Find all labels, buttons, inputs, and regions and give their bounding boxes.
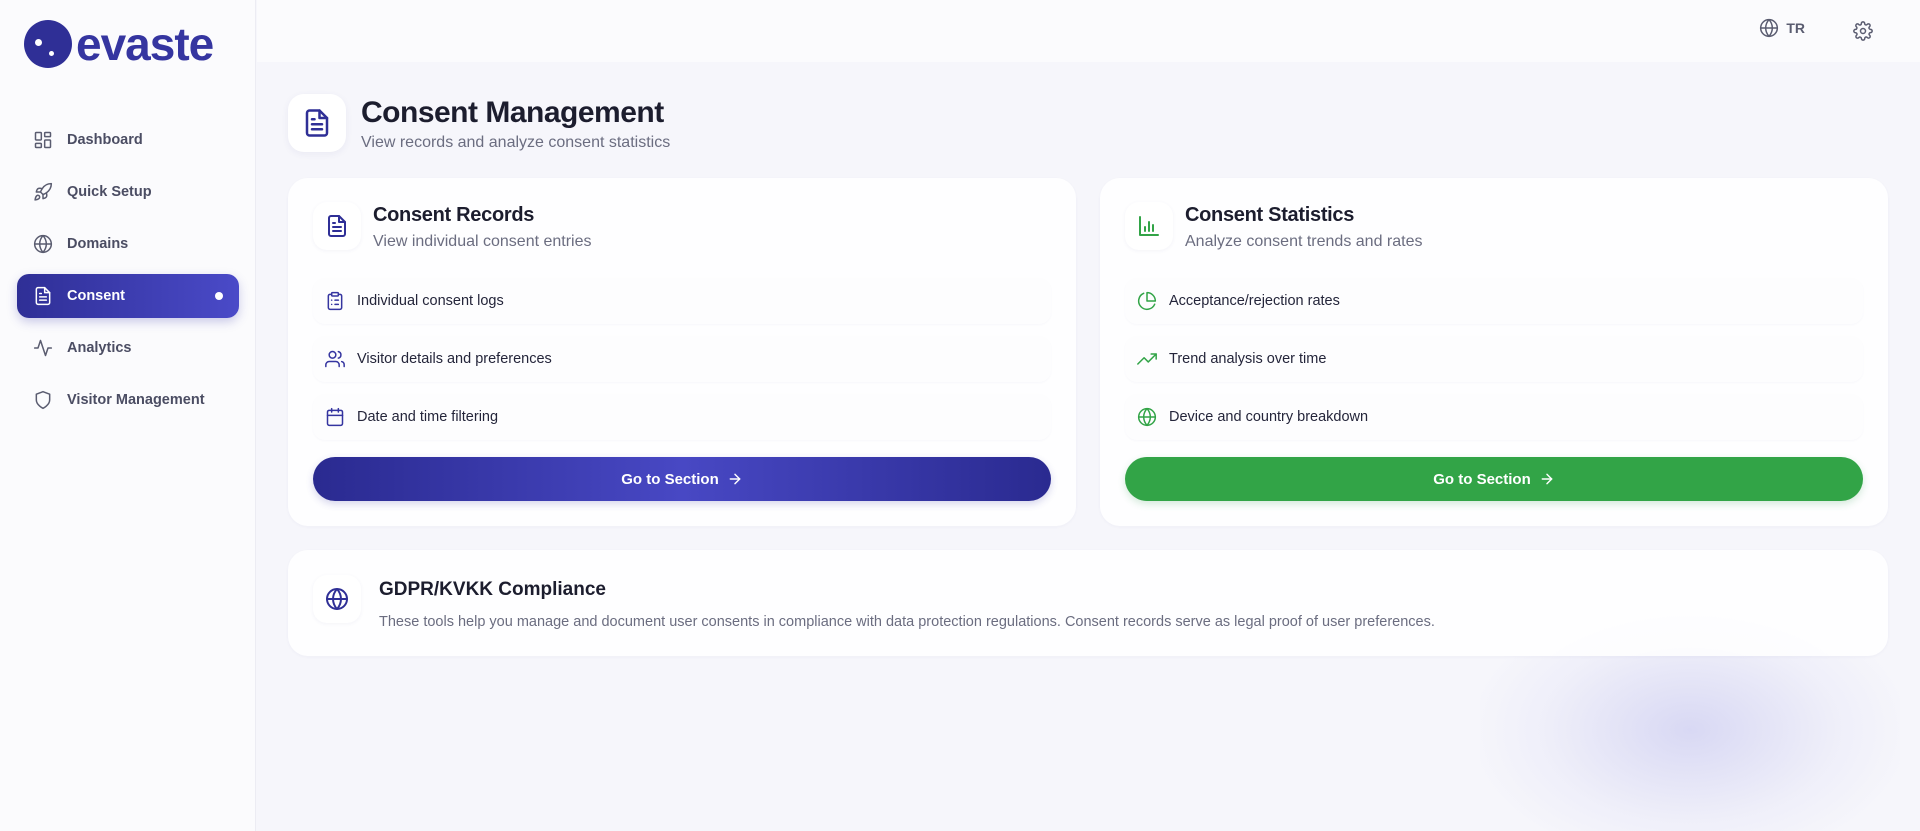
button-label: Go to Section [1433,470,1531,488]
sidebar-item-label: Consent [67,288,125,304]
feature-label: Date and time filtering [357,409,499,425]
feature-label: Visitor details and preferences [357,351,552,367]
sidebar-item-label: Visitor Management [67,392,205,408]
logo-mark [24,20,72,68]
arrow-right-icon [1541,473,1553,485]
feature-item: Trend analysis over time [1125,336,1863,382]
globe-icon [1760,18,1779,38]
sidebar-item-quick-setup[interactable]: Quick Setup [17,170,239,214]
feature-item: Individual consent logs [313,278,1051,324]
card-subtitle: Analyze consent trends and rates [1185,233,1423,250]
feature-item: Visitor details and preferences [313,336,1051,382]
card-subtitle: View individual consent entries [373,233,592,250]
shield-icon [35,390,51,410]
feature-label: Acceptance/rejection rates [1169,293,1340,309]
gdpr-compliance-card: GDPR/KVKK Compliance These tools help yo… [288,550,1888,656]
settings-button[interactable] [1846,14,1880,48]
card-icon [1125,202,1173,250]
clipboard-icon [327,291,343,311]
arrow-right-icon [729,473,741,485]
sidebar-item-label: Quick Setup [67,184,152,200]
page-title: Consent Management [361,95,664,129]
logo-text: evaste [76,18,214,70]
sidebar-nav: Dashboard Quick Setup Domains Consent An… [17,118,239,430]
bar-chart-icon [1139,216,1159,236]
sidebar-item-visitor-management[interactable]: Visitor Management [17,378,239,422]
button-label: Go to Section [621,470,719,488]
card-title: Consent Records [373,204,535,226]
globe-icon [1137,407,1157,427]
page-subtitle: View records and analyze consent statist… [361,133,671,151]
dashboard-icon [34,131,52,149]
active-indicator-dot [215,292,223,300]
sidebar-item-dashboard[interactable]: Dashboard [17,118,239,162]
go-to-consent-records-button[interactable]: Go to Section [313,457,1051,501]
document-icon [35,286,51,306]
gear-icon [1853,21,1873,41]
language-label: TR [1786,20,1805,36]
feature-item: Date and time filtering [313,394,1051,440]
globe-icon [326,588,348,610]
topbar: TR [257,0,1920,62]
page-header: Consent Management View records and anal… [288,94,670,152]
calendar-icon [326,407,344,427]
feature-label: Device and country breakdown [1169,409,1369,425]
logo[interactable]: evaste [24,18,214,70]
feature-list: Acceptance/rejection rates Trend analysi… [1125,278,1863,452]
go-to-consent-statistics-button[interactable]: Go to Section [1125,457,1863,501]
gdpr-title: GDPR/KVKK Compliance [379,579,606,600]
activity-icon [33,339,53,357]
feature-item: Acceptance/rejection rates [1125,278,1863,324]
sidebar-item-label: Analytics [67,340,132,356]
card-icon [313,202,361,250]
sidebar-item-domains[interactable]: Domains [17,222,239,266]
gdpr-description: These tools help you manage and document… [379,614,1435,630]
sidebar-item-label: Domains [67,236,129,252]
sidebar: evaste Dashboard Quick Setup Domains Con… [0,0,256,831]
card-icon [313,575,361,623]
users-icon [325,350,345,368]
sidebar-item-analytics[interactable]: Analytics [17,326,239,370]
feature-item: Device and country breakdown [1125,394,1863,440]
sidebar-item-consent[interactable]: Consent [17,274,239,318]
feature-label: Trend analysis over time [1169,351,1327,367]
language-switcher[interactable]: TR [1759,18,1805,38]
pie-chart-icon [1137,291,1157,311]
sidebar-item-label: Dashboard [67,132,143,148]
rocket-icon [34,182,53,201]
consent-statistics-card: Consent Statistics Analyze consent trend… [1100,178,1888,526]
document-icon [305,109,329,137]
trending-up-icon [1137,353,1157,365]
feature-label: Individual consent logs [357,293,504,309]
page-icon [288,94,346,152]
document-icon [328,215,346,237]
feature-list: Individual consent logs Visitor details … [313,278,1051,452]
consent-records-card: Consent Records View individual consent … [288,178,1076,526]
globe-icon [33,234,53,254]
card-title: Consent Statistics [1185,204,1355,226]
